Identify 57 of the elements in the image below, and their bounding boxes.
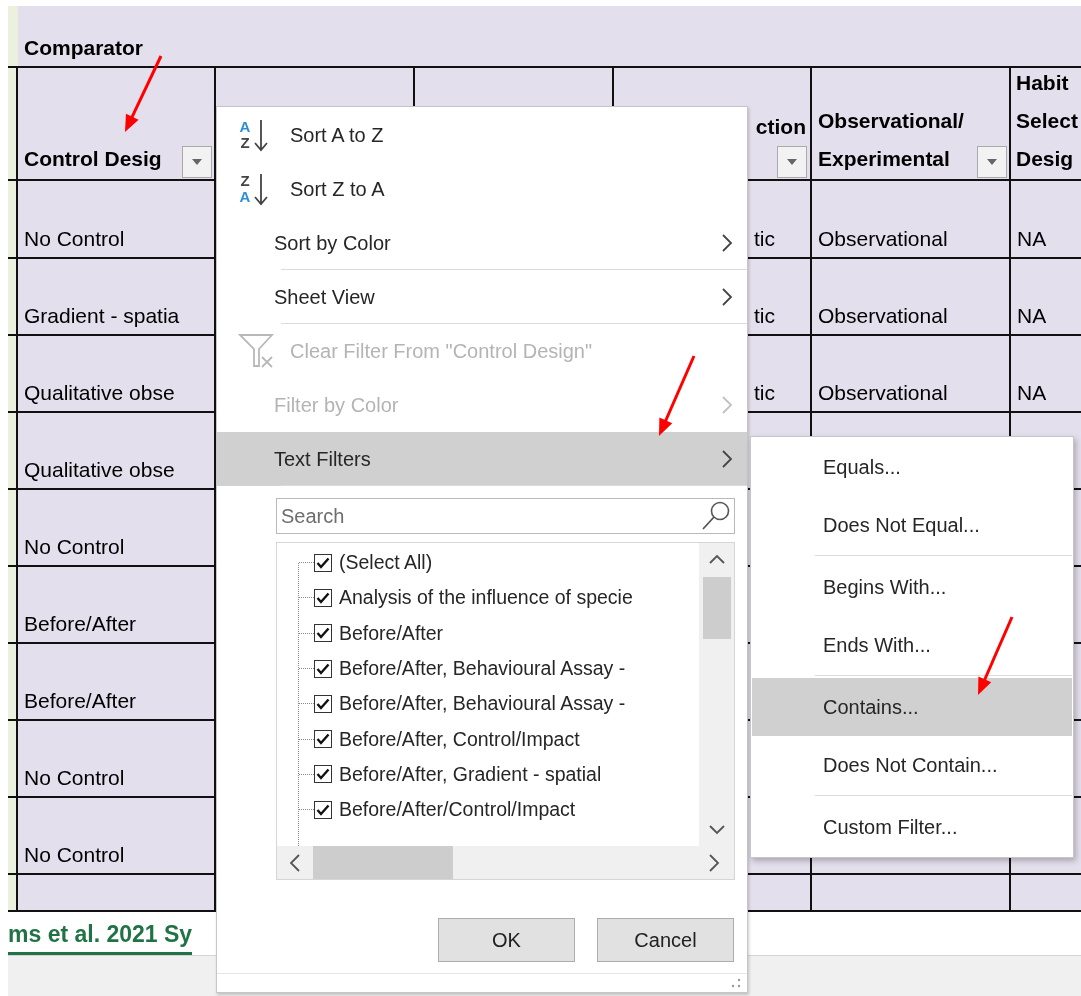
resize-grip-icon[interactable] [729, 977, 741, 989]
checkbox[interactable] [314, 765, 332, 784]
table-cell: NA [1011, 259, 1081, 336]
ok-button[interactable]: OK [438, 918, 575, 962]
checkbox[interactable] [314, 624, 332, 643]
chevron-left-icon[interactable] [287, 851, 303, 874]
table-cell: Observational [812, 336, 1011, 413]
column-header: Control Desig [24, 146, 163, 172]
clear-filter-icon [238, 332, 276, 370]
filter-value[interactable]: Before/After [339, 621, 444, 645]
scrollbar-thumb[interactable] [313, 846, 453, 879]
search-field[interactable]: Search [276, 498, 735, 534]
table-cell: NA [1011, 336, 1081, 413]
chevron-right-icon [706, 851, 722, 874]
checkbox[interactable] [314, 694, 332, 713]
vertical-scrollbar[interactable] [699, 543, 734, 846]
chevron-right-icon [719, 232, 735, 254]
chevron-right-icon [719, 448, 735, 470]
scrollbar-thumb[interactable] [702, 577, 731, 639]
checkbox[interactable] [314, 588, 332, 607]
caret-down-icon [191, 158, 203, 166]
menu-item[interactable]: Equals... [752, 438, 1072, 496]
filter-dropdown-button[interactable] [777, 146, 807, 178]
checkbox[interactable] [314, 659, 332, 678]
table-cell: Observational [812, 181, 1011, 259]
table-cell: NA [1011, 181, 1081, 259]
cancel-button[interactable]: Cancel [597, 918, 734, 962]
filter-value[interactable]: Before/After, Control/Impact [339, 727, 580, 751]
menu-item[interactable]: Custom Filter... [752, 798, 1072, 856]
checkbox[interactable] [314, 553, 332, 572]
filter-dropdown-button[interactable] [182, 146, 212, 178]
menu-item[interactable]: Begins With... [752, 558, 1072, 616]
caret-down-icon [786, 158, 798, 166]
checkbox[interactable] [314, 730, 332, 749]
filter-value[interactable]: Before/After, Behavioural Assay - [339, 692, 626, 716]
search-icon [700, 500, 732, 532]
menu-item[interactable]: A Z Sort A to Z [217, 108, 747, 162]
chevron-right-icon [719, 394, 735, 416]
horizontal-scrollbar[interactable] [277, 846, 734, 879]
chevron-right-icon [719, 286, 735, 308]
filter-dropdown-button[interactable] [977, 146, 1007, 178]
filter-value[interactable]: Analysis of the influence of specie [339, 586, 633, 610]
section-title: Comparator [24, 36, 144, 60]
column-header: Habit Select Desig [1016, 70, 1079, 172]
column-header: Observational/ Experimental [818, 108, 965, 172]
menu-item[interactable]: Contains... [752, 678, 1072, 736]
filter-value[interactable]: Before/After/Control/Impact [339, 798, 576, 822]
checkbox[interactable] [314, 800, 332, 819]
menu-item[interactable]: Text Filters [217, 432, 747, 486]
column-header: ction [755, 114, 807, 140]
table-cell [8, 6, 18, 66]
filter-value[interactable]: Before/After, Behavioural Assay - [339, 657, 626, 681]
caret-down-icon [986, 158, 998, 166]
table-cell: Observational [812, 259, 1011, 336]
table-cell [8, 875, 18, 912]
filter-value[interactable]: (Select All) [339, 551, 433, 575]
filter-value[interactable]: Before/After, Gradient - spatial [339, 762, 602, 786]
